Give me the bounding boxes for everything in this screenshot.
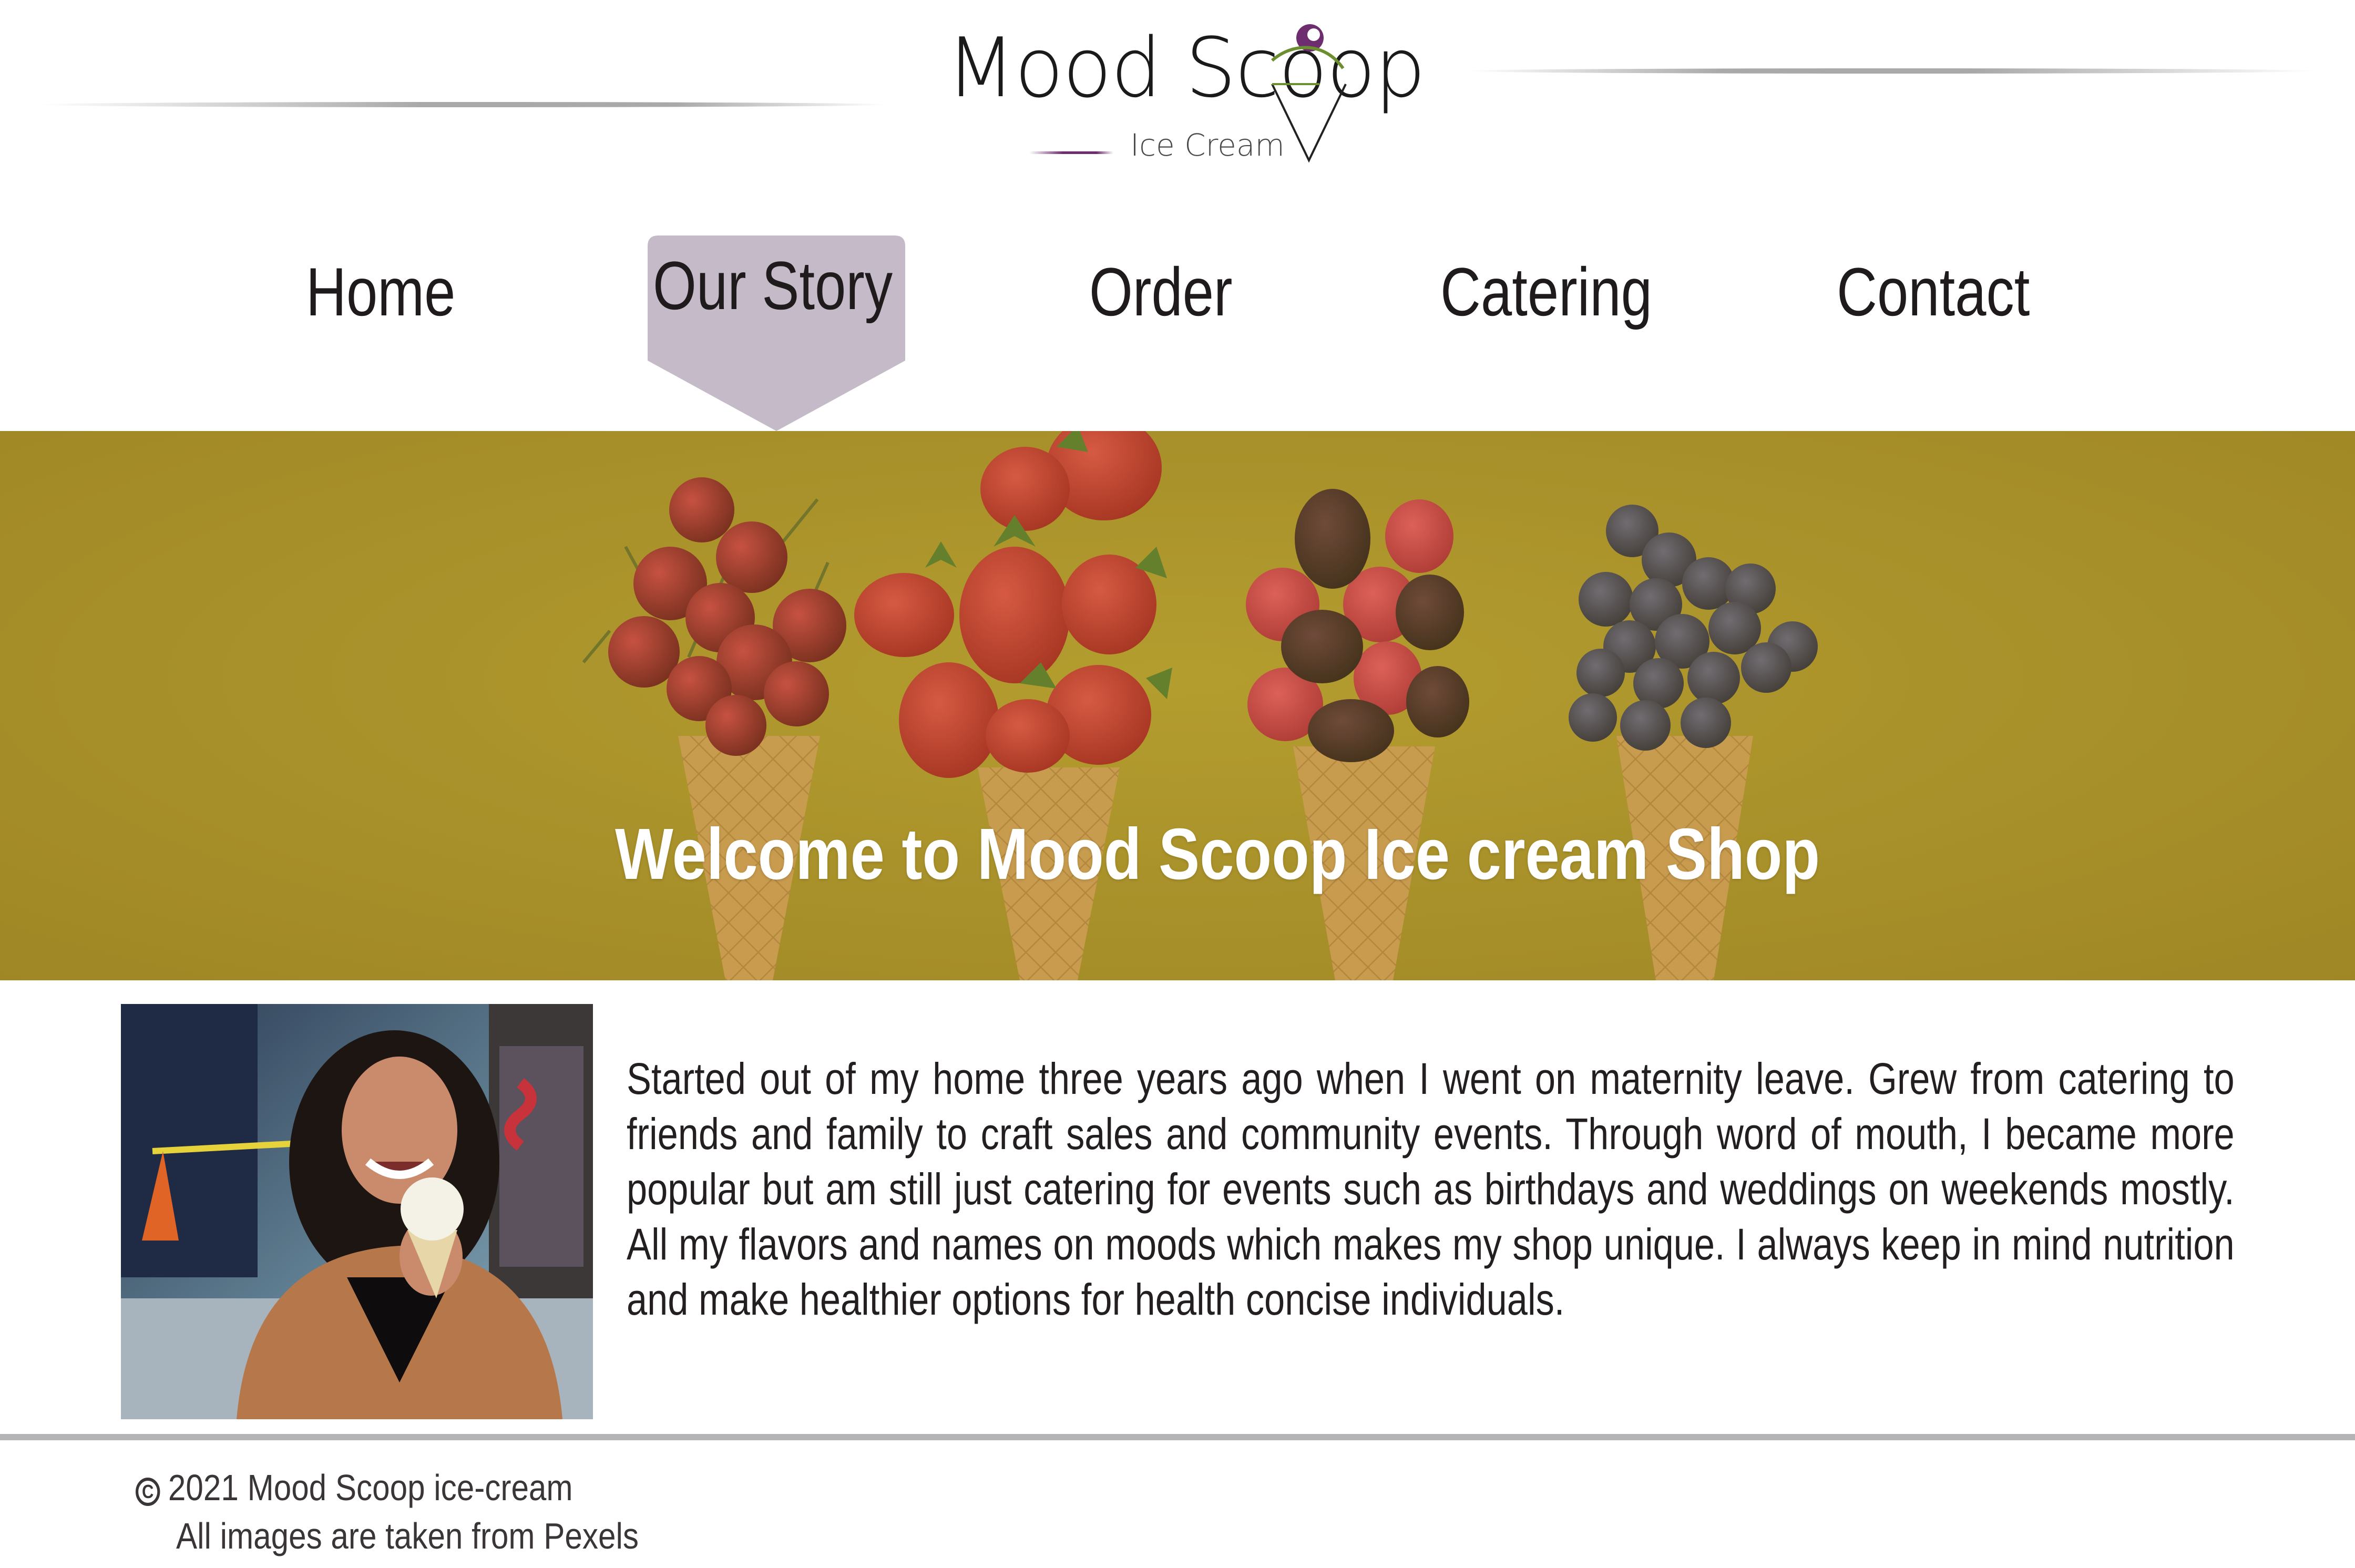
- fruit-cones-illustration: [0, 431, 2355, 980]
- story-text: Started out of my home three years ago w…: [627, 1054, 2235, 1324]
- owner-photo: [121, 1004, 593, 1419]
- nav-contact[interactable]: Contact: [1837, 252, 2030, 357]
- story-section: Started out of my home three years ago w…: [627, 1051, 2235, 1327]
- footer-copyright: C 2021 Mood Scoop ice-cream: [136, 1467, 573, 1509]
- hero-banner: [0, 431, 2355, 980]
- brand-tagline: Ice Cream: [1130, 127, 1285, 163]
- woman-with-ice-cream-image: [121, 1004, 593, 1419]
- nav-home[interactable]: Home: [306, 252, 455, 357]
- header-divider-right: [1467, 68, 2318, 74]
- hero-title: Welcome to Mood Scoop Ice cream Shop: [615, 814, 1820, 895]
- footer-credits: All images are taken from Pexels: [176, 1515, 639, 1556]
- nav-order[interactable]: Order: [1089, 252, 1232, 357]
- copyright-icon: C: [136, 1478, 160, 1506]
- copyright-text: 2021 Mood Scoop ice-cream: [168, 1467, 573, 1508]
- tagline-underline: [1029, 151, 1113, 154]
- nav-our-story[interactable]: Our Story: [653, 246, 893, 351]
- header-divider-left: [37, 102, 888, 107]
- nav-catering[interactable]: Catering: [1440, 252, 1652, 357]
- footer-divider: [0, 1434, 2355, 1440]
- brand-logo[interactable]: Mood Scoop Ice Cream: [936, 11, 1426, 173]
